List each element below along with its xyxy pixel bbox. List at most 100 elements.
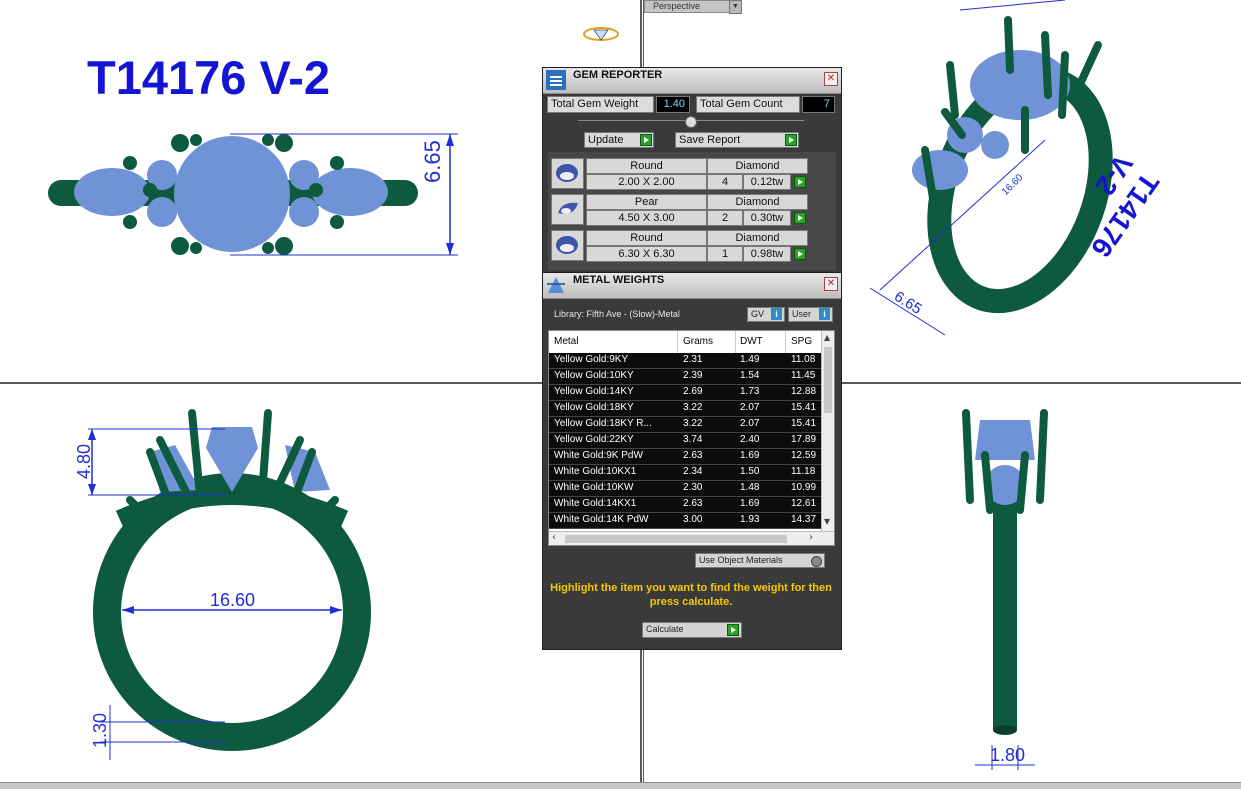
total-gem-weight-value: 1.40	[656, 96, 690, 113]
gem-row-go-icon[interactable]	[794, 212, 806, 224]
gem-weight: 0.30tw	[743, 210, 791, 226]
gem-shape: Pear	[586, 194, 707, 210]
scroll-right-icon[interactable]: ›	[809, 532, 813, 543]
close-icon[interactable]: ✕	[824, 72, 838, 86]
gem-weight: 0.12tw	[743, 174, 791, 190]
table-cell: 3.22	[683, 418, 703, 429]
gem-type: Diamond	[707, 194, 808, 210]
table-row[interactable]: White Gold:14K PdW 3.00 1.93 14.37	[549, 513, 821, 529]
scroll-up-icon[interactable]: ▲	[824, 333, 830, 342]
metal-table-header: Metal Grams DWT SPG	[549, 331, 821, 353]
floating-gem-icon[interactable]	[582, 25, 620, 43]
header-divider	[785, 331, 786, 353]
close-icon[interactable]: ✕	[824, 277, 838, 291]
table-cell: 1.54	[740, 370, 760, 381]
table-cell: 2.40	[740, 434, 760, 445]
gv-info-icon[interactable]: i	[771, 308, 782, 320]
total-gem-count-value: 7	[802, 96, 835, 113]
scale-icon	[545, 274, 567, 296]
update-go-icon[interactable]	[640, 134, 652, 146]
table-cell: 1.48	[740, 482, 760, 493]
table-row[interactable]: White Gold:10KX1 2.34 1.50 11.18	[549, 465, 821, 481]
table-cell: 2.69	[683, 386, 703, 397]
gem-row-go-icon[interactable]	[794, 176, 806, 188]
table-cell: 11.08	[791, 354, 816, 365]
gem-row[interactable]: Pear Diamond 4.50 X 3.00 2 0.30tw	[551, 194, 808, 226]
pear-gem-icon	[551, 194, 584, 225]
gem-row-go-icon[interactable]	[794, 248, 806, 260]
save-report-button[interactable]: Save Report	[675, 132, 799, 148]
gem-size: 2.00 X 2.00	[586, 174, 707, 190]
perspective-view-ring[interactable]	[869, 0, 1130, 336]
table-cell: White Gold:14K PdW	[554, 514, 649, 525]
table-row[interactable]: White Gold:10KW 2.30 1.48 10.99	[549, 481, 821, 497]
table-cell: Yellow Gold:18KY R...	[554, 418, 652, 429]
round-gem-icon	[551, 158, 584, 189]
use-object-materials-toggle[interactable]: Use Object Materials	[695, 553, 825, 568]
column-header[interactable]: Metal	[554, 336, 578, 347]
table-cell: 1.69	[740, 450, 760, 461]
gem-row[interactable]: Round Diamond 2.00 X 2.00 4 0.12tw	[551, 158, 808, 190]
metal-weights-titlebar[interactable]: METAL WEIGHTS ✕	[543, 273, 841, 299]
table-cell: 12.61	[791, 498, 817, 509]
library-label: Library: Fifth Ave - (Slow)-Metal	[554, 309, 680, 319]
table-cell: 1.93	[740, 514, 760, 525]
table-cell: 17.89	[791, 434, 817, 445]
gem-row[interactable]: Round Diamond 6.30 X 6.30 1 0.98tw	[551, 230, 808, 262]
scroll-left-icon[interactable]: ‹	[552, 532, 556, 543]
radio-icon[interactable]	[811, 556, 822, 567]
gem-shape: Round	[586, 230, 707, 246]
table-row[interactable]: Yellow Gold:18KY 3.22 2.07 15.41	[549, 401, 821, 417]
scroll-thumb[interactable]	[824, 347, 832, 413]
gem-weight: 0.98tw	[743, 246, 791, 262]
hscroll-thumb[interactable]	[565, 535, 787, 543]
dim-side-width: 1.80	[990, 745, 1026, 765]
front-view-ring[interactable]	[88, 409, 371, 760]
side-view-ring[interactable]	[962, 409, 1048, 770]
table-cell: 2.07	[740, 418, 760, 429]
column-header[interactable]: Grams	[683, 336, 713, 347]
table-row[interactable]: Yellow Gold:22KY 3.74 2.40 17.89	[549, 433, 821, 449]
table-cell: 2.30	[683, 482, 703, 493]
table-cell: White Gold:10KW	[554, 482, 634, 493]
table-cell: White Gold:9K PdW	[554, 450, 643, 461]
table-cell: Yellow Gold:18KY	[554, 402, 634, 413]
table-row[interactable]: White Gold:9K PdW 2.63 1.69 12.59	[549, 449, 821, 465]
table-cell: 10.99	[791, 482, 817, 493]
table-row[interactable]: Yellow Gold:18KY R... 3.22 2.07 15.41	[549, 417, 821, 433]
user-info-icon[interactable]: i	[819, 308, 830, 320]
top-view-ring[interactable]	[48, 133, 458, 256]
header-divider	[735, 331, 736, 353]
splitter-handle-icon[interactable]	[685, 116, 697, 128]
calculate-go-icon[interactable]	[727, 624, 739, 636]
column-header[interactable]: SPG	[791, 336, 812, 347]
table-row[interactable]: Yellow Gold:9KY 2.31 1.49 11.08	[549, 353, 821, 369]
table-row[interactable]: Yellow Gold:10KY 2.39 1.54 11.45	[549, 369, 821, 385]
metal-weights-title: METAL WEIGHTS	[573, 274, 665, 286]
dim-top-height: 6.65	[420, 140, 445, 183]
dim-front-height: 4.80	[74, 443, 94, 479]
vertical-scrollbar[interactable]: ▲ ▼	[821, 331, 834, 531]
table-cell: 3.74	[683, 434, 703, 445]
table-cell: 3.22	[683, 402, 703, 413]
total-gem-weight-label: Total Gem Weight	[547, 96, 654, 113]
gem-size: 4.50 X 3.00	[586, 210, 707, 226]
scroll-down-icon[interactable]: ▼	[824, 517, 830, 526]
column-header[interactable]: DWT	[740, 336, 763, 347]
table-cell: 2.63	[683, 498, 703, 509]
table-row[interactable]: Yellow Gold:14KY 2.69 1.73 12.88	[549, 385, 821, 401]
gem-count: 2	[707, 210, 743, 226]
table-cell: Yellow Gold:14KY	[554, 386, 634, 397]
dim-ring-size: 16.60	[210, 590, 256, 610]
table-cell: 14.37	[791, 514, 817, 525]
table-row[interactable]: White Gold:14KX1 2.63 1.69 12.61	[549, 497, 821, 513]
table-cell: 3.00	[683, 514, 703, 525]
header-divider	[677, 331, 678, 353]
table-cell: 1.69	[740, 498, 760, 509]
table-cell: Yellow Gold:22KY	[554, 434, 634, 445]
table-cell: 1.49	[740, 354, 760, 365]
horizontal-scrollbar[interactable]: ‹ ›	[549, 531, 834, 545]
gem-reporter-titlebar[interactable]: GEM REPORTER ✕	[543, 68, 841, 94]
table-cell: 11.18	[791, 466, 816, 477]
save-report-go-icon[interactable]	[785, 134, 797, 146]
